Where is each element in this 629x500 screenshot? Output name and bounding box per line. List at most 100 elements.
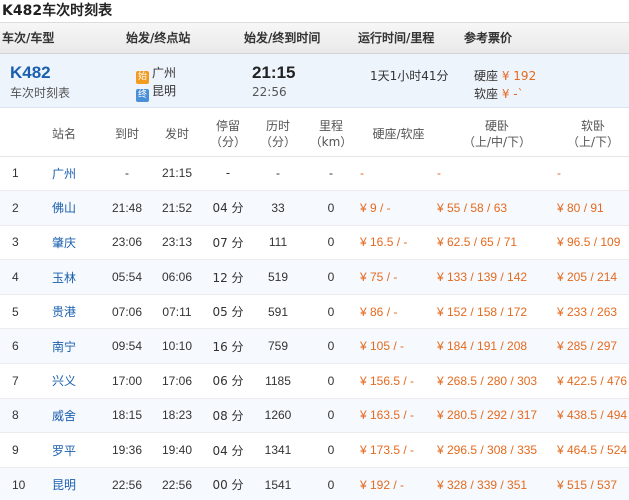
- soft-sleeper-price-cell: ¥ 464.5 / 524: [557, 432, 629, 468]
- elapsed-cell: 759: [254, 328, 302, 365]
- depart-time-cell: 17:06: [152, 363, 202, 399]
- end-station-icon: 终: [136, 89, 149, 102]
- col-station: 站名: [48, 112, 102, 157]
- arrive-time-cell: 18:15: [102, 398, 152, 434]
- depart-time-cell: 21:52: [152, 190, 202, 226]
- run-duration: 1天1小时41分: [370, 69, 449, 83]
- start-station[interactable]: 始广州: [136, 64, 176, 84]
- elapsed-cell: 591: [254, 294, 302, 330]
- arrive-time-cell: 19:36: [102, 432, 152, 468]
- end-station-name: 昆明: [152, 84, 177, 98]
- stay-cell: 00 分: [202, 467, 254, 500]
- price-soft-seat: 软座 ¥ -`: [474, 85, 524, 102]
- station-name-link[interactable]: 罗平: [48, 432, 102, 468]
- hard-sleeper-price-cell: -: [437, 156, 557, 192]
- hard-sleeper-price-cell: ¥ 328 / 339 / 351: [437, 467, 557, 500]
- station-name-link[interactable]: 肇庆: [48, 225, 102, 261]
- station-name-link[interactable]: 南宁: [48, 328, 102, 365]
- soft-sleeper-price-cell: ¥ 80 / 91: [557, 190, 629, 226]
- soft-sleeper-price-cell: ¥ 96.5 / 109: [557, 225, 629, 261]
- table-row: 8 威舍 18:15 18:23 08 分 1260 0 ¥ 163.5 / - ¥ 280.5…: [0, 398, 629, 434]
- soft-sleeper-price-cell: ¥ 515 / 537: [557, 467, 629, 500]
- row-number: 1: [0, 156, 48, 192]
- depart-time-cell: 23:13: [152, 225, 202, 261]
- depart-time-cell: 21:15: [152, 156, 202, 192]
- train-summary: K482 车次时刻表 始广州 终昆明 21:15 22:56 1天1小时41分 …: [0, 54, 629, 108]
- stay-cell: 07 分: [202, 225, 254, 261]
- row-number: 7: [0, 363, 48, 399]
- station-name-link[interactable]: 玉林: [48, 259, 102, 295]
- elapsed-cell: 1185: [254, 363, 302, 399]
- price-value: ¥ 192: [501, 69, 537, 83]
- station-name-link[interactable]: 昆明: [48, 467, 102, 500]
- hard-sleeper-price-cell: ¥ 184 / 191 / 208: [437, 328, 557, 365]
- row-number: 5: [0, 294, 48, 330]
- soft-sleeper-price-cell: -: [557, 156, 629, 192]
- elapsed-cell: 519: [254, 259, 302, 295]
- elapsed-cell: 1541: [254, 467, 302, 500]
- price-value: ¥ -`: [501, 87, 524, 101]
- elapsed-cell: 33: [254, 190, 302, 226]
- station-name-link[interactable]: 广州: [48, 156, 102, 192]
- seat-price-cell: ¥ 192 / -: [360, 467, 437, 500]
- stay-cell: 08 分: [202, 398, 254, 434]
- hard-sleeper-price-cell: ¥ 55 / 58 / 63: [437, 190, 557, 226]
- table-row: 4 玉林 05:54 06:06 12 分 519 0 ¥ 75 / - ¥ 133 / 139…: [0, 259, 629, 295]
- elapsed-cell: 1260: [254, 398, 302, 434]
- end-station[interactable]: 终昆明: [136, 82, 176, 102]
- arrive-time-cell: 22:56: [102, 467, 152, 500]
- elapsed-cell: 111: [254, 225, 302, 261]
- stay-cell: 04 分: [202, 190, 254, 226]
- station-name-link[interactable]: 威舍: [48, 398, 102, 434]
- elapsed-cell: 1341: [254, 432, 302, 468]
- col-soft-sleeper: 软卧 （上/下）: [557, 112, 629, 157]
- timetable-link[interactable]: 车次时刻表: [10, 84, 70, 101]
- station-name-link[interactable]: 兴义: [48, 363, 102, 399]
- station-name-link[interactable]: 贵港: [48, 294, 102, 330]
- arrive-time-cell: 07:06: [102, 294, 152, 330]
- row-number: 2: [0, 190, 48, 226]
- table-row: 7 兴义 17:00 17:06 06 分 1185 0 ¥ 156.5 / - ¥ 268.5…: [0, 363, 629, 399]
- stay-cell: 05 分: [202, 294, 254, 330]
- col-stay: 停留 （分）: [202, 112, 254, 157]
- table-row: 5 贵港 07:06 07:11 05 分 591 0 ¥ 86 / - ¥ 152 / 158…: [0, 294, 629, 330]
- header-stations: 始发/终点站: [126, 31, 191, 45]
- arrive-time-cell: 17:00: [102, 363, 152, 399]
- distance-cell: 0: [302, 225, 360, 261]
- arrive-time: 22:56: [252, 85, 287, 99]
- stay-cell: 16 分: [202, 328, 254, 365]
- table-row: 1 广州 -21:15- - - - - -: [0, 156, 629, 192]
- seat-price-cell: ¥ 75 / -: [360, 259, 437, 295]
- depart-time-cell: 19:40: [152, 432, 202, 468]
- arrive-time-cell: 23:06: [102, 225, 152, 261]
- soft-sleeper-price-cell: ¥ 233 / 263: [557, 294, 629, 330]
- stay-cell: -: [202, 156, 254, 192]
- soft-sleeper-price-cell: ¥ 422.5 / 476: [557, 363, 629, 399]
- distance-cell: 0: [302, 363, 360, 399]
- depart-time-cell: 07:11: [152, 294, 202, 330]
- seat-price-cell: -: [360, 156, 437, 192]
- col-hard-sleeper: 硬卧 （上/中/下）: [437, 112, 557, 157]
- elapsed-cell: -: [254, 156, 302, 192]
- distance-cell: 0: [302, 432, 360, 468]
- station-name-link[interactable]: 佛山: [48, 190, 102, 226]
- soft-sleeper-price-cell: ¥ 205 / 214: [557, 259, 629, 295]
- start-station-name: 广州: [152, 66, 177, 80]
- seat-price-cell: ¥ 156.5 / -: [360, 363, 437, 399]
- col-distance: 里程 （km）: [302, 112, 360, 157]
- hard-sleeper-price-cell: ¥ 296.5 / 308 / 335: [437, 432, 557, 468]
- train-code-link[interactable]: K482: [10, 63, 51, 83]
- distance-cell: 0: [302, 398, 360, 434]
- depart-time-cell: 18:23: [152, 398, 202, 434]
- col-seat: 硬座/软座: [360, 112, 437, 157]
- header-price: 参考票价: [464, 31, 513, 45]
- price-label: 软座: [474, 87, 499, 101]
- col-elapsed: 历时 （分）: [254, 112, 302, 157]
- seat-price-cell: ¥ 9 / -: [360, 190, 437, 226]
- row-number: 4: [0, 259, 48, 295]
- price-hard-seat: 硬座 ¥ 192: [474, 67, 536, 84]
- arrive-time-cell: 09:54: [102, 328, 152, 365]
- depart-time-cell: 10:10: [152, 328, 202, 365]
- col-arrive: 到时: [102, 112, 152, 157]
- hard-sleeper-price-cell: ¥ 280.5 / 292 / 317: [437, 398, 557, 434]
